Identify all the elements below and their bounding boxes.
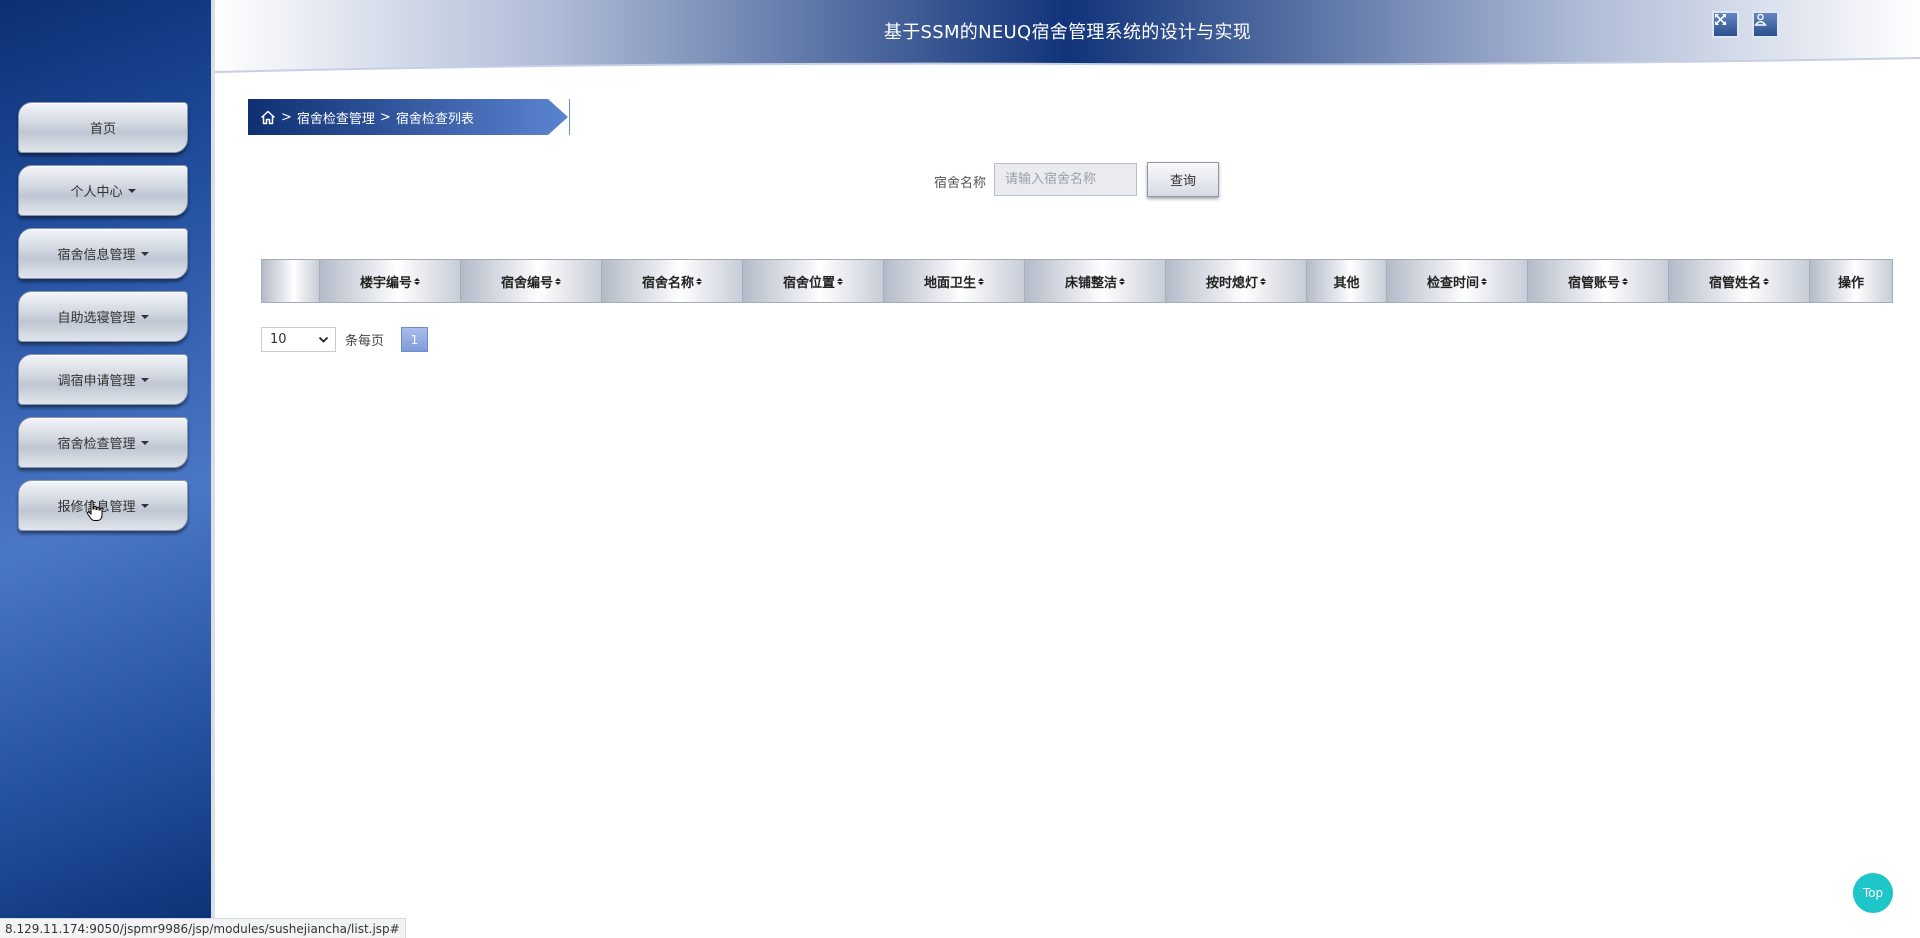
- sidebar-item-label: 个人中心: [70, 185, 123, 200]
- search-button[interactable]: 查询: [1147, 162, 1219, 197]
- column-header-dorm-location[interactable]: 宿舍位置: [743, 260, 884, 302]
- header: 基于SSM的NEUQ宿舍管理系统的设计与实现: [215, 0, 1920, 75]
- caret-down-icon: [140, 503, 149, 508]
- column-header-floor-hygiene[interactable]: 地面卫生: [884, 260, 1025, 302]
- per-page-label: 条每页: [345, 334, 385, 349]
- scroll-top-button[interactable]: Top: [1853, 873, 1893, 913]
- breadcrumb-content: > 宿舍检查管理 > 宿舍检查列表: [260, 99, 474, 135]
- sort-icon: [837, 277, 843, 285]
- app-title: 基于SSM的NEUQ宿舍管理系统的设计与实现: [883, 22, 1252, 43]
- column-header-label: 楼宇编号: [359, 275, 412, 291]
- search-label: 宿舍名称: [934, 176, 987, 191]
- status-bar-url: 8.129.11.174:9050/jspmr9986/jsp/modules/…: [0, 918, 406, 938]
- column-header-label: 其他: [1333, 275, 1360, 291]
- user-button[interactable]: [1752, 11, 1779, 38]
- page-size-select[interactable]: 10: [261, 327, 336, 352]
- column-header-building-no[interactable]: 楼宇编号: [320, 260, 461, 302]
- sidebar-item-transfer-request[interactable]: 调宿申请管理: [18, 354, 188, 405]
- sidebar-item-label: 首页: [89, 122, 116, 137]
- breadcrumb: > 宿舍检查管理 > 宿舍检查列表: [248, 99, 570, 135]
- column-header-label: 检查时间: [1426, 275, 1479, 291]
- column-header-label: 床铺整洁: [1064, 275, 1117, 291]
- column-header-dorm-no[interactable]: 宿舍编号: [461, 260, 602, 302]
- sidebar-item-label: 宿舍信息管理: [57, 248, 136, 263]
- caret-down-icon: [127, 188, 136, 193]
- table-header: 楼宇编号 宿舍编号 宿舍名称 宿舍位置 地面卫生 床铺整洁 按时熄灯 其他 检查…: [261, 259, 1893, 303]
- caret-down-icon: [140, 440, 149, 445]
- column-header-checkbox[interactable]: [262, 260, 320, 302]
- breadcrumb-separator: >: [379, 109, 391, 125]
- chevron-down-icon: [318, 336, 329, 343]
- sort-icon: [1763, 277, 1769, 285]
- sidebar-item-personal-center[interactable]: 个人中心: [18, 165, 188, 216]
- sort-icon: [414, 277, 420, 285]
- column-header-lights-out[interactable]: 按时熄灯: [1166, 260, 1307, 302]
- column-header-label: 地面卫生: [923, 275, 976, 291]
- sidebar-item-dorm-inspection[interactable]: 宿舍检查管理: [18, 417, 188, 468]
- page: 首页 个人中心 宿舍信息管理 自助选寝管理 调宿申请管理 宿舍检查管理 报修信息…: [0, 0, 1920, 938]
- sort-icon: [1260, 277, 1266, 285]
- sidebar-item-home[interactable]: 首页: [18, 102, 188, 153]
- sort-icon: [1119, 277, 1125, 285]
- sidebar: 首页 个人中心 宿舍信息管理 自助选寝管理 调宿申请管理 宿舍检查管理 报修信息…: [0, 0, 215, 938]
- sort-icon: [555, 277, 561, 285]
- column-header-inspection-time[interactable]: 检查时间: [1387, 260, 1528, 302]
- page-size-value: 10: [270, 332, 287, 347]
- sidebar-item-label: 宿舍检查管理: [57, 437, 136, 452]
- column-header-label: 宿舍名称: [641, 275, 694, 291]
- column-header-bed-tidiness[interactable]: 床铺整洁: [1025, 260, 1166, 302]
- column-header-other: 其他: [1307, 260, 1387, 302]
- breadcrumb-home[interactable]: [260, 110, 276, 125]
- column-header-label: 宿管姓名: [1708, 275, 1761, 291]
- fullscreen-button[interactable]: [1712, 11, 1739, 38]
- column-header-dorm-name[interactable]: 宿舍名称: [602, 260, 743, 302]
- caret-down-icon: [140, 377, 149, 382]
- caret-down-icon: [140, 314, 149, 319]
- sort-icon: [1481, 277, 1487, 285]
- sidebar-item-label: 自助选寝管理: [57, 311, 136, 326]
- column-header-label: 宿舍位置: [782, 275, 835, 291]
- column-header-actions: 操作: [1810, 260, 1892, 302]
- breadcrumb-item-inspection-management[interactable]: 宿舍检查管理: [297, 108, 375, 127]
- page-number-1[interactable]: 1: [401, 327, 428, 352]
- fullscreen-icon: [1715, 14, 1726, 25]
- sort-icon: [978, 277, 984, 285]
- breadcrumb-item-inspection-list: 宿舍检查列表: [395, 111, 474, 127]
- column-header-manager-account[interactable]: 宿管账号: [1528, 260, 1669, 302]
- sidebar-item-label: 调宿申请管理: [57, 374, 136, 389]
- column-header-label: 操作: [1837, 275, 1864, 291]
- home-icon: [260, 110, 276, 124]
- breadcrumb-divider: [569, 99, 570, 135]
- column-header-label: 宿管账号: [1567, 275, 1620, 291]
- breadcrumb-separator: >: [281, 109, 292, 125]
- hand-cursor-icon: [86, 500, 103, 521]
- caret-down-icon: [140, 251, 149, 256]
- sidebar-item-self-select[interactable]: 自助选寝管理: [18, 291, 188, 342]
- sort-icon: [1622, 277, 1628, 285]
- column-header-label: 宿舍编号: [500, 275, 553, 291]
- sort-icon: [696, 277, 702, 285]
- user-icon: [1754, 13, 1767, 26]
- sidebar-item-dorm-info[interactable]: 宿舍信息管理: [18, 228, 188, 279]
- column-header-label: 按时熄灯: [1205, 275, 1258, 291]
- column-header-manager-name[interactable]: 宿管姓名: [1669, 260, 1810, 302]
- dorm-name-search-input[interactable]: [994, 163, 1137, 196]
